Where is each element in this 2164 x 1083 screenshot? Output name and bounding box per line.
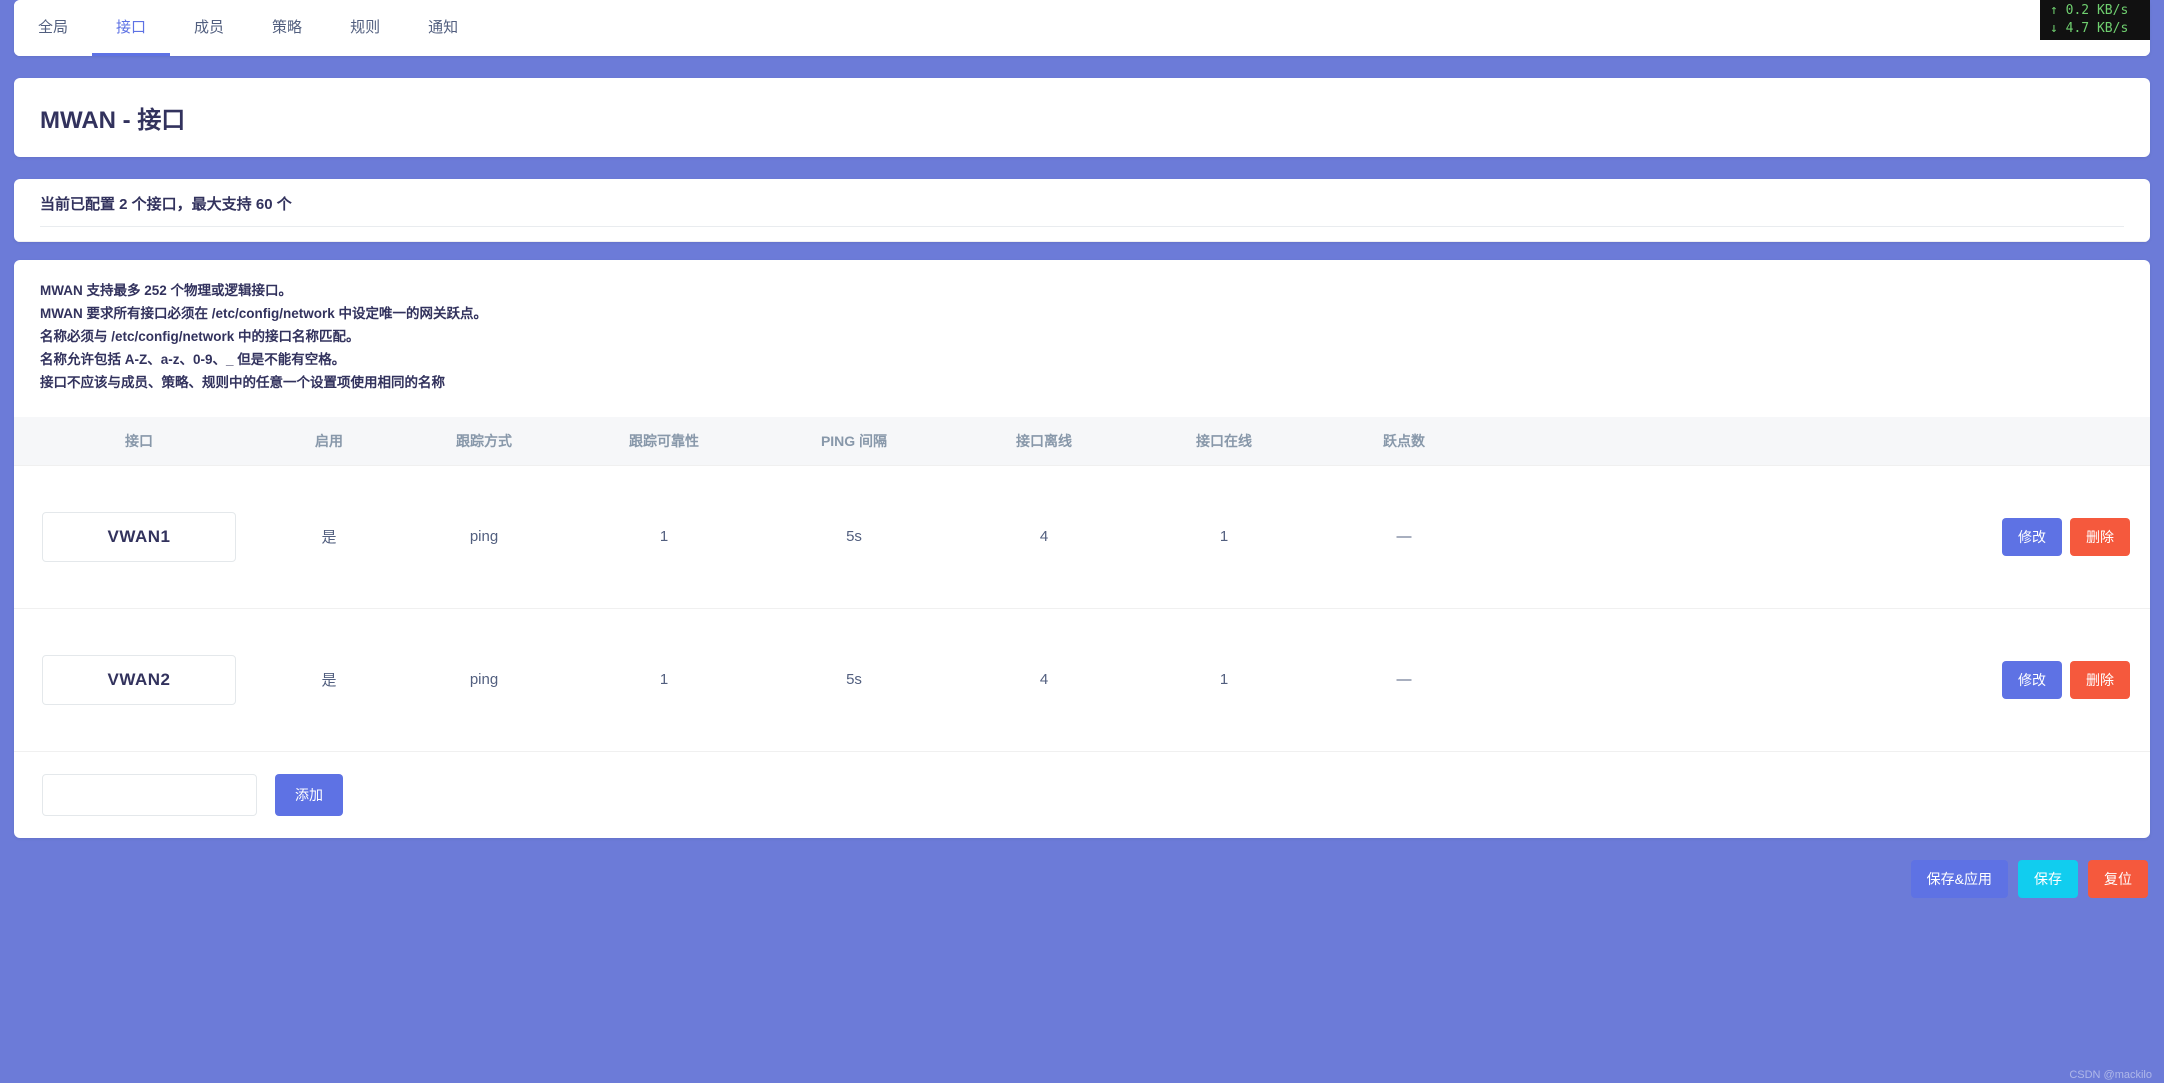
col-track-method: 跟踪方式 bbox=[394, 431, 574, 451]
tab-interface[interactable]: 接口 bbox=[92, 0, 170, 56]
iface-name[interactable]: VWAN2 bbox=[42, 655, 236, 705]
col-ping-interval: PING 间隔 bbox=[754, 431, 954, 451]
download-rate: ↓ 4.7 KB/s bbox=[2050, 20, 2140, 38]
tab-global[interactable]: 全局 bbox=[14, 0, 92, 56]
tab-rule[interactable]: 规则 bbox=[326, 0, 404, 56]
cell-enabled: 是 bbox=[264, 669, 394, 690]
table-header: 接口 启用 跟踪方式 跟踪可靠性 PING 间隔 接口离线 接口在线 跃点数 bbox=[14, 417, 2150, 465]
description-block: MWAN 支持最多 252 个物理或逻辑接口。 MWAN 要求所有接口必须在 /… bbox=[14, 260, 2150, 417]
watermark: CSDN @mackilo bbox=[2069, 1069, 2152, 1081]
cell-up: 1 bbox=[1134, 671, 1314, 688]
cell-track-method: ping bbox=[394, 528, 574, 545]
table-row: VWAN2 是 ping 1 5s 4 1 — 修改 删除 bbox=[14, 608, 2150, 751]
iface-name[interactable]: VWAN1 bbox=[42, 512, 236, 562]
upload-rate: ↑ 0.2 KB/s bbox=[2050, 2, 2140, 20]
footer-actions: 保存&应用 保存 复位 bbox=[14, 860, 2150, 898]
cell-reliability: 1 bbox=[574, 671, 754, 688]
cell-up: 1 bbox=[1134, 528, 1314, 545]
nav-tabs: 全局 接口 成员 策略 规则 通知 bbox=[14, 0, 2150, 56]
save-button[interactable]: 保存 bbox=[2018, 860, 2078, 898]
col-metric: 跃点数 bbox=[1314, 431, 1494, 451]
tab-member[interactable]: 成员 bbox=[170, 0, 248, 56]
cell-ping-interval: 5s bbox=[754, 671, 954, 688]
tab-policy[interactable]: 策略 bbox=[248, 0, 326, 56]
tab-notify[interactable]: 通知 bbox=[404, 0, 482, 56]
status-line: 当前已配置 2 个接口，最大支持 60 个 bbox=[14, 179, 2150, 242]
add-button[interactable]: 添加 bbox=[275, 774, 343, 816]
table-row: VWAN1 是 ping 1 5s 4 1 — 修改 删除 bbox=[14, 465, 2150, 608]
edit-button[interactable]: 修改 bbox=[2002, 661, 2062, 699]
delete-button[interactable]: 删除 bbox=[2070, 661, 2130, 699]
cell-ping-interval: 5s bbox=[754, 528, 954, 545]
cell-metric: — bbox=[1314, 528, 1494, 545]
cell-enabled: 是 bbox=[264, 526, 394, 547]
network-stats: ↑ 0.2 KB/s ↓ 4.7 KB/s bbox=[2040, 0, 2150, 40]
add-row: 添加 bbox=[14, 751, 2150, 838]
col-reliability: 跟踪可靠性 bbox=[574, 431, 754, 451]
edit-button[interactable]: 修改 bbox=[2002, 518, 2062, 556]
cell-metric: — bbox=[1314, 671, 1494, 688]
col-up: 接口在线 bbox=[1134, 431, 1314, 451]
cell-down: 4 bbox=[954, 671, 1134, 688]
col-enabled: 启用 bbox=[264, 431, 394, 451]
page-title: MWAN - 接口 bbox=[40, 100, 2124, 135]
reset-button[interactable]: 复位 bbox=[2088, 860, 2148, 898]
col-iface: 接口 bbox=[14, 431, 264, 451]
save-apply-button[interactable]: 保存&应用 bbox=[1911, 860, 2008, 898]
add-name-input[interactable] bbox=[42, 774, 257, 816]
col-down: 接口离线 bbox=[954, 431, 1134, 451]
cell-track-method: ping bbox=[394, 671, 574, 688]
delete-button[interactable]: 删除 bbox=[2070, 518, 2130, 556]
cell-down: 4 bbox=[954, 528, 1134, 545]
cell-reliability: 1 bbox=[574, 528, 754, 545]
